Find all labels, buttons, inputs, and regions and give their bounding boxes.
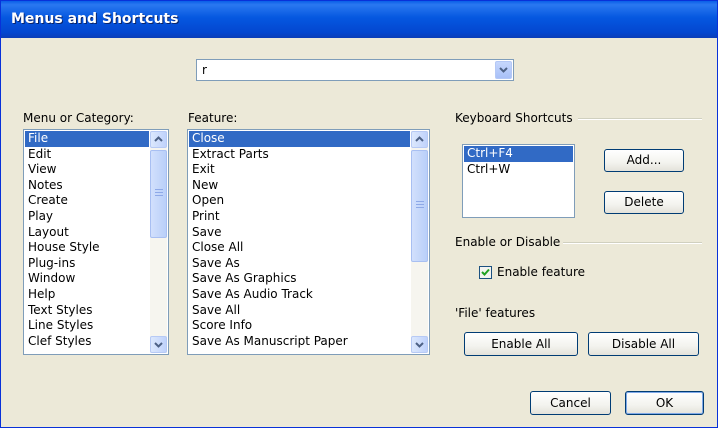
menu-category-list[interactable]: File Edit View Notes Create Play Layout House S… bbox=[23, 129, 169, 355]
group-divider bbox=[578, 118, 702, 120]
menu-category-item[interactable]: Line Styles bbox=[25, 318, 149, 334]
menu-category-item[interactable]: Notes bbox=[25, 178, 149, 194]
feature-item[interactable]: Print bbox=[189, 209, 410, 225]
feature-item[interactable]: Extract Parts bbox=[189, 147, 410, 163]
menu-category-item[interactable]: House Style bbox=[25, 240, 149, 256]
menu-category-item[interactable]: Help bbox=[25, 287, 149, 303]
feature-item[interactable]: Close bbox=[189, 131, 410, 147]
add-shortcut-button[interactable]: Add... bbox=[604, 149, 684, 172]
menu-category-item[interactable]: Text Styles bbox=[25, 303, 149, 319]
menu-category-item[interactable]: Edit bbox=[25, 147, 149, 163]
menu-category-item[interactable]: Layout bbox=[25, 225, 149, 241]
feature-item[interactable]: Save All bbox=[189, 303, 410, 319]
scroll-thumb[interactable] bbox=[411, 150, 428, 262]
shortcut-item[interactable]: Ctrl+F4 bbox=[464, 146, 573, 162]
chevron-up-icon bbox=[154, 136, 163, 142]
keyboard-shortcuts-label: Keyboard Shortcuts bbox=[455, 111, 573, 125]
feature-item[interactable]: Save As Manuscript Paper bbox=[189, 334, 410, 350]
feature-label: Feature: bbox=[188, 111, 238, 125]
enable-all-button[interactable]: Enable All bbox=[464, 332, 578, 356]
feature-items: Close Extract Parts Exit New Open Print Save Cl… bbox=[189, 131, 410, 349]
search-value: r bbox=[202, 63, 207, 77]
disable-all-button[interactable]: Disable All bbox=[588, 332, 699, 356]
search-combobox[interactable]: r bbox=[196, 59, 514, 81]
feature-item[interactable]: Save As bbox=[189, 256, 410, 272]
feature-item[interactable]: Exit bbox=[189, 162, 410, 178]
feature-item[interactable]: Save bbox=[189, 225, 410, 241]
scroll-down-button[interactable] bbox=[411, 336, 428, 353]
chevron-down-icon bbox=[499, 67, 508, 73]
enable-disable-label: Enable or Disable bbox=[455, 235, 561, 249]
feature-item[interactable]: New bbox=[189, 178, 410, 194]
menu-category-scrollbar[interactable] bbox=[150, 131, 167, 353]
enable-feature-checkbox[interactable] bbox=[479, 266, 492, 279]
delete-shortcut-button[interactable]: Delete bbox=[604, 191, 684, 214]
scroll-thumb[interactable] bbox=[150, 150, 167, 238]
feature-item[interactable]: Score Info bbox=[189, 318, 410, 334]
dialog-window: Menus and Shortcuts r Menu or Category: … bbox=[0, 0, 718, 428]
chevron-up-icon bbox=[415, 136, 424, 142]
feature-item[interactable]: Save As Audio Track bbox=[189, 287, 410, 303]
group-divider bbox=[563, 242, 702, 244]
menu-category-label: Menu or Category: bbox=[23, 111, 134, 125]
feature-item[interactable]: Open bbox=[189, 193, 410, 209]
feature-item[interactable]: Save As Graphics bbox=[189, 271, 410, 287]
menu-category-item[interactable]: Window bbox=[25, 271, 149, 287]
chevron-down-icon bbox=[154, 342, 163, 348]
feature-item[interactable]: Close All bbox=[189, 240, 410, 256]
shortcut-items: Ctrl+F4 Ctrl+W bbox=[464, 146, 573, 177]
menu-category-item[interactable]: View bbox=[25, 162, 149, 178]
ok-button[interactable]: OK bbox=[625, 391, 704, 415]
menu-category-item[interactable]: File bbox=[25, 131, 149, 147]
file-features-label: 'File' features bbox=[455, 306, 536, 320]
scroll-up-button[interactable] bbox=[411, 131, 428, 148]
feature-list[interactable]: Close Extract Parts Exit New Open Print Save Cl… bbox=[187, 129, 430, 355]
shortcut-item[interactable]: Ctrl+W bbox=[464, 162, 573, 178]
menu-category-item[interactable]: Create bbox=[25, 193, 149, 209]
cancel-button[interactable]: Cancel bbox=[530, 391, 611, 415]
menu-category-item[interactable]: Clef Styles bbox=[25, 334, 149, 350]
menu-category-item[interactable]: Plug-ins bbox=[25, 256, 149, 272]
menu-category-item[interactable]: Play bbox=[25, 209, 149, 225]
chevron-down-icon bbox=[415, 342, 424, 348]
checkmark-icon bbox=[481, 268, 490, 276]
menu-category-items: File Edit View Notes Create Play Layout House S… bbox=[25, 131, 149, 349]
dropdown-button[interactable] bbox=[495, 61, 512, 79]
window-title: Menus and Shortcuts bbox=[11, 11, 179, 27]
enable-feature-label[interactable]: Enable feature bbox=[497, 265, 585, 279]
title-bar[interactable]: Menus and Shortcuts bbox=[1, 1, 717, 38]
scroll-up-button[interactable] bbox=[150, 131, 167, 148]
scroll-down-button[interactable] bbox=[150, 336, 167, 353]
shortcuts-list[interactable]: Ctrl+F4 Ctrl+W bbox=[462, 144, 575, 218]
feature-scrollbar[interactable] bbox=[411, 131, 428, 353]
